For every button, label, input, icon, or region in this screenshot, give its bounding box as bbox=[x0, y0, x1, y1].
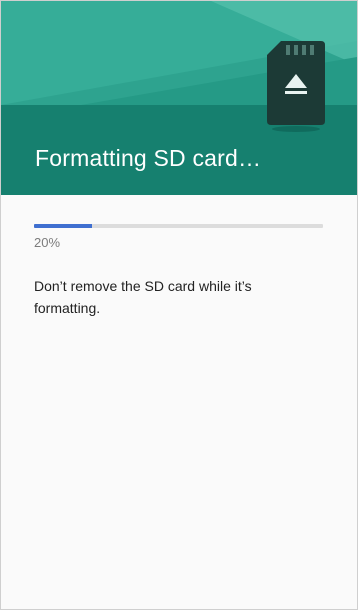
header-banner: Formatting SD card… bbox=[1, 1, 357, 195]
warning-message: Don’t remove the SD card while it’s form… bbox=[34, 278, 252, 316]
progress-bar-fill bbox=[34, 224, 92, 228]
sd-card-eject-icon bbox=[267, 41, 325, 132]
progress-bar bbox=[34, 224, 323, 228]
progress-percent-label: 20% bbox=[34, 235, 61, 250]
page-title: Formatting SD card… bbox=[35, 145, 262, 171]
format-sd-screen: Formatting SD card… 20% Don’t remove the… bbox=[0, 0, 358, 610]
